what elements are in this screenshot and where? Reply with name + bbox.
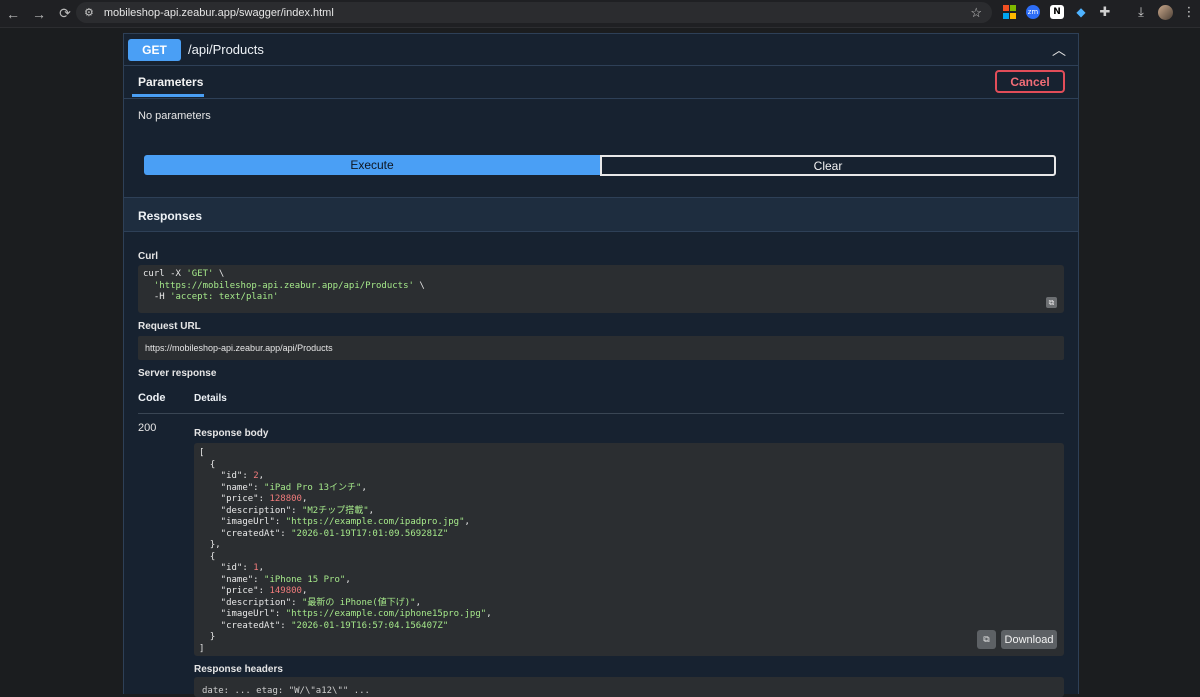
site-settings-icon[interactable]: ⚙ bbox=[84, 6, 94, 19]
back-icon[interactable]: ← bbox=[2, 3, 24, 25]
zm-icon[interactable]: zm bbox=[1026, 5, 1040, 19]
request-url-label: Request URL bbox=[138, 321, 201, 332]
status-code: 200 bbox=[138, 422, 157, 434]
browser-toolbar: ← → ⟳ ⚙ mobileshop-api.zeabur.app/swagge… bbox=[0, 0, 1200, 28]
operation-path: /api/Products bbox=[188, 42, 264, 57]
notion-icon[interactable]: N bbox=[1050, 5, 1064, 19]
curl-label: Curl bbox=[138, 251, 158, 262]
tab-parameters[interactable]: Parameters bbox=[138, 75, 203, 89]
operation-block: GET /api/Products ︿ Parameters Cancel No… bbox=[123, 33, 1079, 697]
microsoft-icon[interactable] bbox=[1002, 5, 1016, 19]
address-bar[interactable]: ⚙ mobileshop-api.zeabur.app/swagger/inde… bbox=[76, 2, 992, 23]
reload-icon[interactable]: ⟳ bbox=[54, 3, 76, 25]
responses-title: Responses bbox=[138, 209, 203, 223]
responses-header: Responses bbox=[124, 197, 1078, 232]
response-body-block: [ { "id": 2, "name": "iPad Pro 13インチ", "… bbox=[194, 443, 1064, 656]
execute-button[interactable]: Execute bbox=[144, 155, 600, 175]
no-parameters-text: No parameters bbox=[138, 110, 211, 122]
request-url-field: https://mobileshop-api.zeabur.app/api/Pr… bbox=[138, 336, 1064, 360]
copy-icon[interactable]: ⧉ bbox=[977, 630, 996, 649]
cancel-button[interactable]: Cancel bbox=[995, 70, 1065, 93]
chevron-up-icon[interactable]: ︿ bbox=[1052, 40, 1066, 60]
bookmark-star-icon[interactable]: ☆ bbox=[970, 5, 982, 21]
response-headers-block: date: ... etag: "W/\"a12\"" ... bbox=[194, 677, 1064, 697]
download-button[interactable]: Download bbox=[1001, 630, 1057, 649]
code-column-header: Code bbox=[138, 392, 166, 404]
download-icon[interactable]: ⤓ bbox=[1134, 5, 1148, 20]
operation-summary[interactable]: GET /api/Products ︿ bbox=[124, 34, 1078, 66]
response-table-header: Code Details bbox=[138, 392, 1064, 414]
response-headers-label: Response headers bbox=[194, 664, 283, 675]
address-url[interactable]: mobileshop-api.zeabur.app/swagger/index.… bbox=[104, 7, 334, 19]
details-column-header: Details bbox=[194, 393, 227, 404]
browser-menu-icon[interactable]: ⋮ bbox=[1182, 5, 1196, 20]
response-body-code: [ { "id": 2, "name": "iPad Pro 13インチ", "… bbox=[199, 448, 492, 654]
parameters-header: Parameters Cancel bbox=[124, 65, 1078, 99]
browser-nav: ← → ⟳ bbox=[2, 3, 76, 25]
response-body-label: Response body bbox=[194, 428, 269, 439]
curl-code: curl -X 'GET' \ 'https://mobileshop-api.… bbox=[143, 269, 425, 302]
curl-block: curl -X 'GET' \ 'https://mobileshop-api.… bbox=[138, 265, 1064, 313]
clear-button[interactable]: Clear bbox=[600, 155, 1056, 176]
gem-icon[interactable]: ◆ bbox=[1074, 5, 1088, 19]
server-response-label: Server response bbox=[138, 368, 217, 379]
copy-icon[interactable]: ⧉ bbox=[1046, 297, 1057, 308]
request-url-value: https://mobileshop-api.zeabur.app/api/Pr… bbox=[145, 343, 333, 353]
avatar[interactable] bbox=[1158, 5, 1173, 20]
response-headers-preview: date: ... etag: "W/\"a12\"" ... bbox=[202, 686, 370, 696]
tab-underline bbox=[132, 94, 204, 97]
execute-wrapper: Execute Clear bbox=[144, 155, 1056, 176]
extensions-puzzle-icon[interactable]: ✚ bbox=[1098, 5, 1112, 20]
forward-icon[interactable]: → bbox=[28, 3, 50, 25]
method-badge: GET bbox=[128, 39, 181, 61]
